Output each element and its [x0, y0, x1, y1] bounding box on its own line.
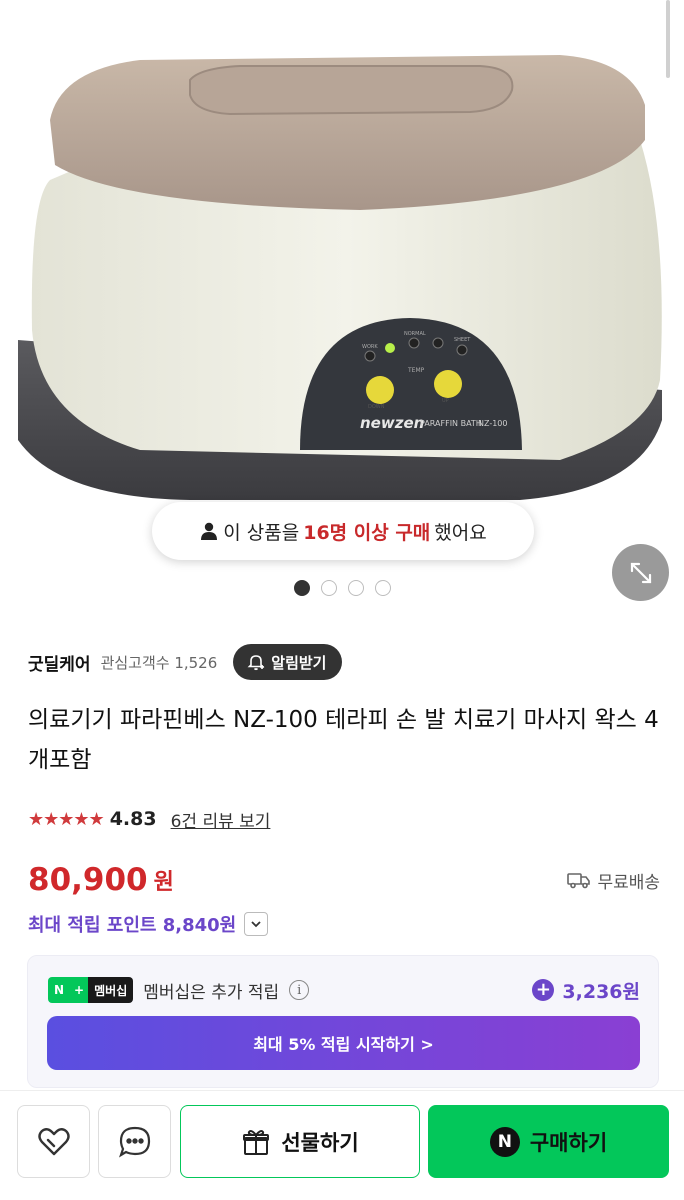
naver-pay-icon: N [489, 1126, 520, 1157]
naver-plus-membership-badge: N + 멤버십 [48, 977, 134, 1003]
gift-button[interactable]: 선물하기 [180, 1105, 420, 1178]
buy-button[interactable]: N 구매하기 [428, 1105, 669, 1178]
store-row: 굿딜케어 관심고객수 1,526 알림받기 [28, 643, 343, 681]
bottom-action-bar: 선물하기 N 구매하기 [0, 1090, 684, 1200]
svg-text:TEMP: TEMP [407, 367, 425, 374]
store-fans-count: 관심고객수 1,526 [100, 653, 218, 672]
svg-text:newzen: newzen [360, 414, 424, 432]
rating-row: ★★★★★ 4.83 6건 리뷰 보기 [28, 804, 270, 834]
wishlist-button[interactable] [17, 1105, 90, 1178]
svg-text:NZ-100: NZ-100 [478, 419, 507, 428]
buyers-highlight: 16명 이상 구매 [303, 521, 431, 544]
buyers-suffix: 했어요 [434, 521, 487, 544]
product-page: newzen PARAFFIN BATH NZ-100 TEMP DOWN UP… [0, 0, 684, 1200]
page-scrollbar[interactable] [666, 0, 670, 78]
gift-icon [243, 1129, 270, 1155]
chevron-down-icon [251, 921, 261, 928]
svg-text:WORK: WORK [362, 344, 378, 350]
membership-box: N + 멤버십 멤버십은 추가 적립 i + 3,236원 최대 5% 적립 시… [27, 955, 659, 1088]
membership-text: 멤버십은 추가 적립 [143, 982, 280, 1003]
alarm-subscribe-button[interactable]: 알림받기 [233, 644, 343, 680]
buy-label: 구매하기 [529, 1130, 608, 1155]
max-points-label: 최대 적립 포인트 8,840원 [28, 915, 237, 936]
chat-bubble-icon [118, 1126, 150, 1157]
heart-icon [37, 1127, 70, 1155]
product-title: 의료기기 파라핀베스 NZ-100 테라피 손 발 치료기 마사지 왁스 4개포… [28, 707, 659, 773]
product-image-carousel[interactable]: newzen PARAFFIN BATH NZ-100 TEMP DOWN UP… [0, 0, 684, 612]
store-name[interactable]: 굿딜케어 [28, 650, 91, 675]
svg-text:NORMAL: NORMAL [404, 331, 426, 337]
shipping-info: 무료배송 [567, 868, 660, 893]
price-amount: 80,900 [28, 862, 148, 898]
max-points-row[interactable]: 최대 적립 포인트 8,840원 [28, 908, 269, 940]
price-unit: 원 [153, 870, 174, 895]
shipping-label: 무료배송 [597, 872, 660, 893]
carousel-dot[interactable] [374, 580, 391, 596]
buyers-count-badge: 이 상품을 16명 이상 구매 했어요 [152, 502, 534, 560]
alarm-label: 알림받기 [271, 653, 327, 672]
carousel-dot[interactable] [320, 580, 337, 596]
truck-icon [567, 873, 591, 889]
price-row: 80,900 원 무료배송 [28, 856, 660, 904]
carousel-indicator [0, 580, 684, 596]
info-icon[interactable]: i [289, 980, 310, 1000]
points-expand-toggle[interactable] [244, 912, 269, 936]
buyers-prefix: 이 상품을 [223, 521, 300, 544]
svg-text:PARAFFIN BATH: PARAFFIN BATH [420, 419, 482, 428]
svg-text:DOWN: DOWN [368, 404, 385, 410]
rating-score: 4.83 [109, 808, 157, 830]
star-rating-icon: ★★★★★ [28, 808, 105, 830]
gift-label: 선물하기 [281, 1130, 359, 1155]
membership-start-button[interactable]: 최대 5% 적립 시작하기 > [47, 1016, 640, 1070]
membership-points-value: 3,236원 [562, 980, 640, 1003]
membership-points: + 3,236원 [532, 977, 640, 1004]
bell-plus-icon [247, 655, 265, 671]
plus-circle-icon: + [532, 979, 555, 1001]
chat-button[interactable] [98, 1105, 171, 1178]
carousel-dot[interactable] [347, 580, 364, 596]
membership-row: N + 멤버십 멤버십은 추가 적립 i + 3,236원 [48, 976, 640, 1004]
svg-text:SHEET: SHEET [454, 337, 471, 343]
carousel-dot[interactable] [293, 580, 310, 596]
review-link[interactable]: 6건 리뷰 보기 [171, 807, 271, 832]
svg-text:UP: UP [442, 398, 449, 404]
membership-cta-label: 최대 5% 적립 시작하기 > [253, 1035, 434, 1054]
person-icon [201, 522, 218, 540]
